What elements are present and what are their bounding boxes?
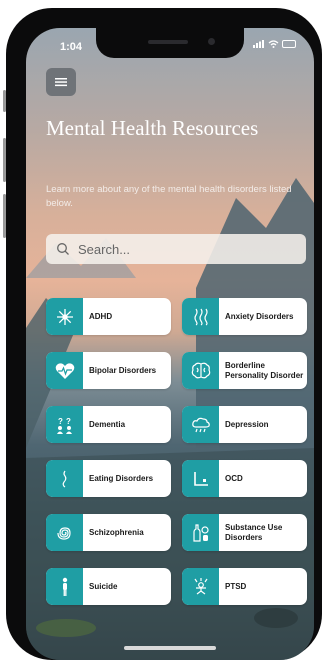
corner-square-icon [182,460,219,497]
menu-button[interactable] [46,68,76,96]
search-bar[interactable] [46,234,306,264]
disorder-label: Substance Use Disorders [225,523,283,542]
spiral-icon [46,514,83,551]
disorder-label: Dementia [89,419,126,429]
disorder-label: Bipolar Disorders [89,365,157,375]
status-icons [253,40,296,48]
disorder-card-ocd[interactable]: OCD [182,460,307,497]
question-people-icon: ? ? [46,406,83,443]
page-title: Mental Health Resources [46,116,259,140]
brain-icon [182,352,219,389]
disorder-label: Eating Disorders [89,473,154,483]
snowflake-icon [46,298,83,335]
disorder-label: Borderline Personality Disorder [225,361,304,380]
body-silhouette-icon [46,460,83,497]
hamburger-icon [55,78,67,87]
rain-cloud-icon [182,406,219,443]
search-input[interactable] [76,240,300,258]
disorder-label: Depression [225,419,269,429]
phone-volume-up [3,138,6,182]
disorder-card-adhd[interactable]: ADHD [46,298,171,335]
disorder-label: Anxiety Disorders [225,311,294,321]
search-icon [57,243,69,255]
svg-text:?: ? [58,417,63,426]
phone-side-button [3,90,6,112]
app-screen: 1:04 Mental Health Resources Learn more … [26,28,314,660]
disorder-card-suicide[interactable]: Suicide [46,568,171,605]
figure-shock-icon [182,568,219,605]
person-standing-icon [46,568,83,605]
disorder-card-substance[interactable]: Substance Use Disorders [182,514,307,551]
disorder-card-bipolar[interactable]: Bipolar Disorders [46,352,171,389]
disorder-card-anxiety[interactable]: Anxiety Disorders [182,298,307,335]
disorder-card-borderline[interactable]: Borderline Personality Disorder [182,352,307,389]
disorder-card-dementia[interactable]: ? ? Dementia [46,406,171,443]
disorder-card-schizophrenia[interactable]: Schizophrenia [46,514,171,551]
wifi-icon [268,40,279,48]
heart-pulse-icon [46,352,83,389]
disorder-label: ADHD [89,311,113,321]
disorder-label: OCD [225,473,243,483]
page-subtitle: Learn more about any of the mental healt… [46,184,292,209]
disorder-label: Suicide [89,581,118,591]
disorder-card-ptsd[interactable]: PTSD [182,568,307,605]
svg-text:?: ? [66,417,71,426]
speaker-grille [148,40,188,44]
home-indicator[interactable] [124,646,216,650]
disorder-label: Schizophrenia [89,527,144,537]
signal-icon [253,40,264,48]
battery-icon [282,40,296,48]
disorder-card-depression[interactable]: Depression [182,406,307,443]
phone-volume-down [3,194,6,238]
bottle-pill-icon [182,514,219,551]
waves-icon [182,298,219,335]
disorder-card-eating[interactable]: Eating Disorders [46,460,171,497]
status-time: 1:04 [60,41,83,53]
phone-frame: 1:04 Mental Health Resources Learn more … [3,8,322,660]
front-camera [208,38,215,45]
phone-notch [96,28,244,58]
disorder-label: PTSD [225,581,247,591]
